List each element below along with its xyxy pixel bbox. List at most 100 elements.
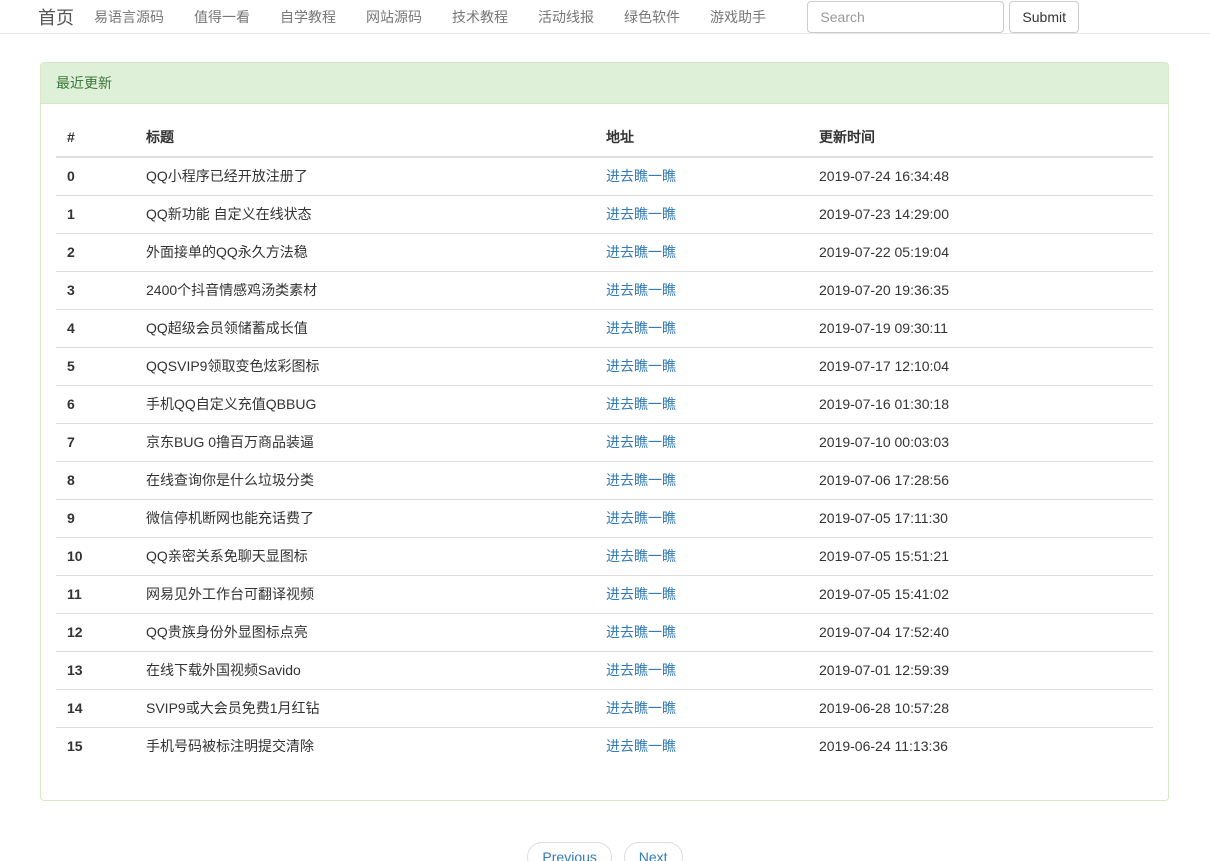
row-title: 微信停机断网也能充话费了 xyxy=(135,500,595,538)
search-input[interactable] xyxy=(807,1,1004,33)
table-row: 10 QQ亲密关系免聊天显图标 进去瞧一瞧 2019-07-05 15:51:2… xyxy=(56,538,1153,576)
nav-item[interactable]: 网站源码 xyxy=(351,7,437,27)
table-row: 6 手机QQ自定义充值QBBUG 进去瞧一瞧 2019-07-16 01:30:… xyxy=(56,386,1153,424)
row-title: QQ小程序已经开放注册了 xyxy=(135,157,595,196)
row-index: 15 xyxy=(56,728,135,766)
header-index: # xyxy=(56,119,135,157)
row-index: 0 xyxy=(56,157,135,196)
row-time: 2019-06-28 10:57:28 xyxy=(808,690,1153,728)
table-row: 8 在线查询你是什么垃圾分类 进去瞧一瞧 2019-07-06 17:28:56 xyxy=(56,462,1153,500)
row-title: QQSVIP9领取变色炫彩图标 xyxy=(135,348,595,386)
row-link[interactable]: 进去瞧一瞧 xyxy=(606,206,676,222)
table-row: 13 在线下载外国视频Savido 进去瞧一瞧 2019-07-01 12:59… xyxy=(56,652,1153,690)
row-link[interactable]: 进去瞧一瞧 xyxy=(606,662,676,678)
table-row: 15 手机号码被标注明提交清除 进去瞧一瞧 2019-06-24 11:13:3… xyxy=(56,728,1153,766)
row-link[interactable]: 进去瞧一瞧 xyxy=(606,586,676,602)
row-title: 2400个抖音情感鸡汤类素材 xyxy=(135,272,595,310)
table-row: 2 外面接单的QQ永久方法稳 进去瞧一瞧 2019-07-22 05:19:04 xyxy=(56,234,1153,272)
table-row: 9 微信停机断网也能充话费了 进去瞧一瞧 2019-07-05 17:11:30 xyxy=(56,500,1153,538)
panel-body: # 标题 地址 更新时间 0 QQ小程序已经开放注册了 进去瞧一瞧 2019-0… xyxy=(41,104,1168,800)
row-time: 2019-07-04 17:52:40 xyxy=(808,614,1153,652)
row-index: 6 xyxy=(56,386,135,424)
nav-item[interactable]: 游戏助手 xyxy=(695,7,781,27)
row-index: 14 xyxy=(56,690,135,728)
row-title: 京东BUG 0撸百万商品装逼 xyxy=(135,424,595,462)
row-time: 2019-07-20 19:36:35 xyxy=(808,272,1153,310)
row-time: 2019-07-05 17:11:30 xyxy=(808,500,1153,538)
table-row: 5 QQSVIP9领取变色炫彩图标 进去瞧一瞧 2019-07-17 12:10… xyxy=(56,348,1153,386)
header-link: 地址 xyxy=(595,119,808,157)
submit-button[interactable]: Submit xyxy=(1009,1,1079,33)
nav-item[interactable]: 活动线报 xyxy=(523,7,609,27)
row-title: 外面接单的QQ永久方法稳 xyxy=(135,234,595,272)
row-link[interactable]: 进去瞧一瞧 xyxy=(606,396,676,412)
row-title: SVIP9或大会员免费1月红钻 xyxy=(135,690,595,728)
row-link[interactable]: 进去瞧一瞧 xyxy=(606,244,676,260)
row-link[interactable]: 进去瞧一瞧 xyxy=(606,738,676,754)
row-title: QQ亲密关系免聊天显图标 xyxy=(135,538,595,576)
nav-item[interactable]: 易语言源码 xyxy=(79,7,179,27)
row-index: 9 xyxy=(56,500,135,538)
table-row: 3 2400个抖音情感鸡汤类素材 进去瞧一瞧 2019-07-20 19:36:… xyxy=(56,272,1153,310)
row-link[interactable]: 进去瞧一瞧 xyxy=(606,320,676,336)
row-index: 10 xyxy=(56,538,135,576)
row-index: 5 xyxy=(56,348,135,386)
row-time: 2019-07-05 15:51:21 xyxy=(808,538,1153,576)
row-time: 2019-07-06 17:28:56 xyxy=(808,462,1153,500)
nav-brand-home[interactable]: 首页 xyxy=(38,4,74,30)
row-index: 11 xyxy=(56,576,135,614)
row-link[interactable]: 进去瞧一瞧 xyxy=(606,358,676,374)
row-title: QQ新功能 自定义在线状态 xyxy=(135,196,595,234)
row-time: 2019-07-10 00:03:03 xyxy=(808,424,1153,462)
top-navbar: 首页 易语言源码 值得一看 自学教程 网站源码 技术教程 活动线报 绿色软件 游… xyxy=(0,0,1210,34)
row-title: 网易见外工作台可翻译视频 xyxy=(135,576,595,614)
row-title: QQ超级会员领储蓄成长值 xyxy=(135,310,595,348)
row-title: QQ贵族身份外显图标点亮 xyxy=(135,614,595,652)
row-title: 手机号码被标注明提交清除 xyxy=(135,728,595,766)
table-row: 7 京东BUG 0撸百万商品装逼 进去瞧一瞧 2019-07-10 00:03:… xyxy=(56,424,1153,462)
panel-title: 最近更新 xyxy=(41,63,1168,104)
table-body: 0 QQ小程序已经开放注册了 进去瞧一瞧 2019-07-24 16:34:48… xyxy=(56,157,1153,765)
nav-item[interactable]: 绿色软件 xyxy=(609,7,695,27)
row-time: 2019-07-24 16:34:48 xyxy=(808,157,1153,196)
row-link[interactable]: 进去瞧一瞧 xyxy=(606,472,676,488)
row-link[interactable]: 进去瞧一瞧 xyxy=(606,700,676,716)
row-index: 7 xyxy=(56,424,135,462)
row-link[interactable]: 进去瞧一瞧 xyxy=(606,282,676,298)
row-link[interactable]: 进去瞧一瞧 xyxy=(606,168,676,184)
row-index: 13 xyxy=(56,652,135,690)
row-link[interactable]: 进去瞧一瞧 xyxy=(606,510,676,526)
row-time: 2019-07-01 12:59:39 xyxy=(808,652,1153,690)
row-index: 2 xyxy=(56,234,135,272)
row-time: 2019-07-22 05:19:04 xyxy=(808,234,1153,272)
row-link[interactable]: 进去瞧一瞧 xyxy=(606,434,676,450)
recent-updates-panel: 最近更新 # 标题 地址 更新时间 0 QQ小程序已经开放注册了 进去瞧一瞧 2… xyxy=(40,62,1169,801)
row-link[interactable]: 进去瞧一瞧 xyxy=(606,624,676,640)
nav-item[interactable]: 自学教程 xyxy=(265,7,351,27)
row-link[interactable]: 进去瞧一瞧 xyxy=(606,548,676,564)
search-form: Submit xyxy=(807,1,1079,33)
row-title: 在线查询你是什么垃圾分类 xyxy=(135,462,595,500)
row-time: 2019-07-16 01:30:18 xyxy=(808,386,1153,424)
nav-links: 易语言源码 值得一看 自学教程 网站源码 技术教程 活动线报 绿色软件 游戏助手 xyxy=(79,7,781,27)
pager: Previous Next xyxy=(0,842,1210,861)
row-index: 12 xyxy=(56,614,135,652)
row-time: 2019-07-05 15:41:02 xyxy=(808,576,1153,614)
updates-table: # 标题 地址 更新时间 0 QQ小程序已经开放注册了 进去瞧一瞧 2019-0… xyxy=(56,119,1153,765)
table-row: 12 QQ贵族身份外显图标点亮 进去瞧一瞧 2019-07-04 17:52:4… xyxy=(56,614,1153,652)
row-time: 2019-07-19 09:30:11 xyxy=(808,310,1153,348)
row-time: 2019-07-23 14:29:00 xyxy=(808,196,1153,234)
row-index: 4 xyxy=(56,310,135,348)
table-row: 1 QQ新功能 自定义在线状态 进去瞧一瞧 2019-07-23 14:29:0… xyxy=(56,196,1153,234)
row-index: 1 xyxy=(56,196,135,234)
previous-button[interactable]: Previous xyxy=(527,842,611,861)
table-row: 0 QQ小程序已经开放注册了 进去瞧一瞧 2019-07-24 16:34:48 xyxy=(56,157,1153,196)
table-header-row: # 标题 地址 更新时间 xyxy=(56,119,1153,157)
row-time: 2019-07-17 12:10:04 xyxy=(808,348,1153,386)
row-title: 手机QQ自定义充值QBBUG xyxy=(135,386,595,424)
next-button[interactable]: Next xyxy=(624,842,683,861)
nav-item[interactable]: 值得一看 xyxy=(179,7,265,27)
table-row: 14 SVIP9或大会员免费1月红钻 进去瞧一瞧 2019-06-28 10:5… xyxy=(56,690,1153,728)
row-index: 8 xyxy=(56,462,135,500)
nav-item[interactable]: 技术教程 xyxy=(437,7,523,27)
